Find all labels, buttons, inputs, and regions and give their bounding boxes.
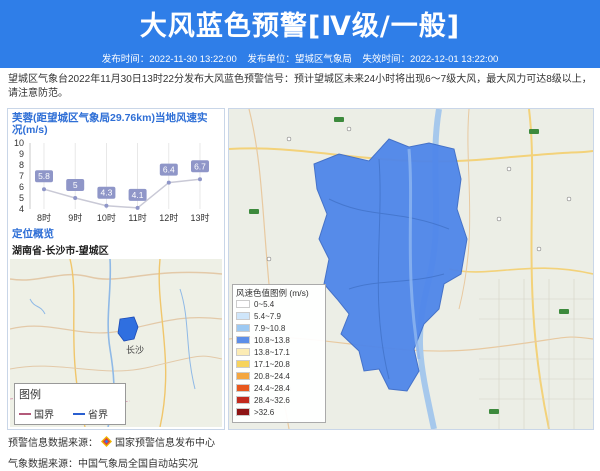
data-label: 5 <box>73 180 78 190</box>
wind-speed-chart: 456789108时 9时 10时 11时 12时 13时5.854.3 4.16.4 6.7 <box>14 139 210 223</box>
legend-label: 0~5.4 <box>254 299 275 309</box>
warning-description: 望城区气象台2022年11月30日13时22分发布大风蓝色预警信号：预计望城区未… <box>8 74 592 99</box>
legend-label: 28.4~32.6 <box>254 395 290 405</box>
legend-swatch <box>236 348 250 356</box>
legend-swatch <box>236 300 250 308</box>
warning-source-value: 国家预警信息发布中心 <box>115 438 215 449</box>
legend-label: 13.8~17.1 <box>254 347 290 357</box>
data-label: 4.1 <box>132 190 144 200</box>
warning-source: 预警信息数据来源： 国家预警信息发布中心 <box>8 434 215 449</box>
weather-source-value: 中国气象局全国自动站实况 <box>78 459 198 470</box>
weather-source-label: 气象数据来源： <box>8 459 78 470</box>
wind-legend-item: 28.4~32.6 <box>236 395 290 405</box>
map-legend: 图例 国界 省界 <box>14 383 126 425</box>
publish-unit: 发布单位：望城区气象局 <box>247 54 352 65</box>
data-point <box>73 196 78 200</box>
y-tick-label: 5 <box>19 193 24 203</box>
x-tick-label: 11时 <box>128 212 146 223</box>
x-tick-label: 10时 <box>97 212 116 223</box>
data-point <box>166 180 171 185</box>
wind-legend-item: 10.8~13.8 <box>236 335 290 345</box>
x-tick-label: 13时 <box>190 212 209 223</box>
data-point <box>42 187 46 192</box>
y-tick-label: 4 <box>19 204 24 214</box>
data-label: 6.4 <box>163 165 175 175</box>
x-tick-label: 8时 <box>37 212 51 223</box>
legend-swatch <box>236 384 250 392</box>
publish-time: 发布时间：2022-11-30 13:22:00 <box>101 54 237 65</box>
legend-swatch <box>236 312 250 320</box>
wind-speed-legend: 风速色值图例 (m/s) 0~5.4 5.4~7.9 7.9~10.8 10.8… <box>232 284 326 423</box>
y-tick-label: 10 <box>14 139 24 148</box>
y-tick-label: 7 <box>19 171 24 181</box>
legend-label: 17.1~20.8 <box>254 359 290 369</box>
weather-source: 气象数据来源： 中国气象局全国自动站实况 <box>8 455 198 470</box>
legend-province-border: 省界 <box>73 406 108 421</box>
province-border-line-icon <box>73 412 85 415</box>
data-label: 5.8 <box>38 171 50 181</box>
x-tick-label: 9时 <box>68 212 82 223</box>
header-banner: 大风蓝色预警[Ⅳ级/一般] 发布时间：2022-11-30 13:22:00 发… <box>0 0 600 68</box>
wind-legend-item: 20.8~24.4 <box>236 371 290 381</box>
legend-swatch <box>236 324 250 332</box>
legend-label: 7.9~10.8 <box>254 323 286 333</box>
location-text: 湖南省-长沙市-望城区 <box>12 246 109 257</box>
data-label: 4.3 <box>100 188 112 198</box>
y-tick-label: 8 <box>19 160 24 170</box>
warning-meta: 发布时间：2022-11-30 13:22:00 发布单位：望城区气象局 失效时… <box>0 51 600 65</box>
legend-swatch <box>236 396 250 404</box>
wind-chart-title: 芙蓉(距望城区气象局29.76km)当地风速实况(m/s) <box>12 112 208 136</box>
wind-legend-item: >32.6 <box>236 407 274 417</box>
legend-label: 10.8~13.8 <box>254 335 290 345</box>
legend-label: >32.6 <box>254 407 275 417</box>
wind-legend-item: 13.8~17.1 <box>236 347 290 357</box>
data-label: 6.7 <box>194 161 206 171</box>
data-point <box>135 205 140 210</box>
legend-label: 5.4~7.9 <box>254 311 281 321</box>
legend-label: 20.8~24.4 <box>254 371 290 381</box>
location-title: 定位概览 <box>12 228 54 240</box>
province-border-label: 省界 <box>88 410 108 421</box>
overview-map[interactable]: 长沙 图例 国界 省界 <box>10 259 222 427</box>
wind-legend-item: 17.1~20.8 <box>236 359 290 369</box>
y-tick-label: 6 <box>19 182 24 192</box>
map-legend-title: 图例 <box>19 389 41 401</box>
wind-legend-item: 24.4~28.4 <box>236 383 290 393</box>
nmic-logo-icon <box>101 436 112 447</box>
legend-swatch <box>236 372 250 380</box>
data-point <box>104 203 109 208</box>
wind-legend-title: 风速色值图例 (m/s) <box>236 288 309 298</box>
legend-swatch <box>236 408 250 416</box>
expire-time: 失效时间：2022-12-01 13:22:00 <box>362 54 499 65</box>
warning-source-label: 预警信息数据来源： <box>8 438 98 449</box>
legend-country-border: 国界 <box>19 406 54 421</box>
city-label: 长沙 <box>126 345 145 355</box>
country-border-line-icon <box>19 412 31 415</box>
wind-legend-item: 5.4~7.9 <box>236 311 281 321</box>
left-panel: 芙蓉(距望城区气象局29.76km)当地风速实况(m/s) 4 5 6 7 8 9 10 8时… <box>7 108 225 430</box>
data-point <box>198 177 202 182</box>
legend-swatch <box>236 336 250 344</box>
warning-title: 大风蓝色预警[Ⅳ级/一般] <box>139 11 461 42</box>
legend-swatch <box>236 360 250 368</box>
x-tick-label: 12时 <box>159 212 178 223</box>
wind-legend-item: 0~5.4 <box>236 299 274 309</box>
y-tick-label: 9 <box>19 149 24 159</box>
wind-legend-item: 7.9~10.8 <box>236 323 285 333</box>
legend-label: 24.4~28.4 <box>254 383 290 393</box>
country-border-label: 国界 <box>34 410 54 421</box>
